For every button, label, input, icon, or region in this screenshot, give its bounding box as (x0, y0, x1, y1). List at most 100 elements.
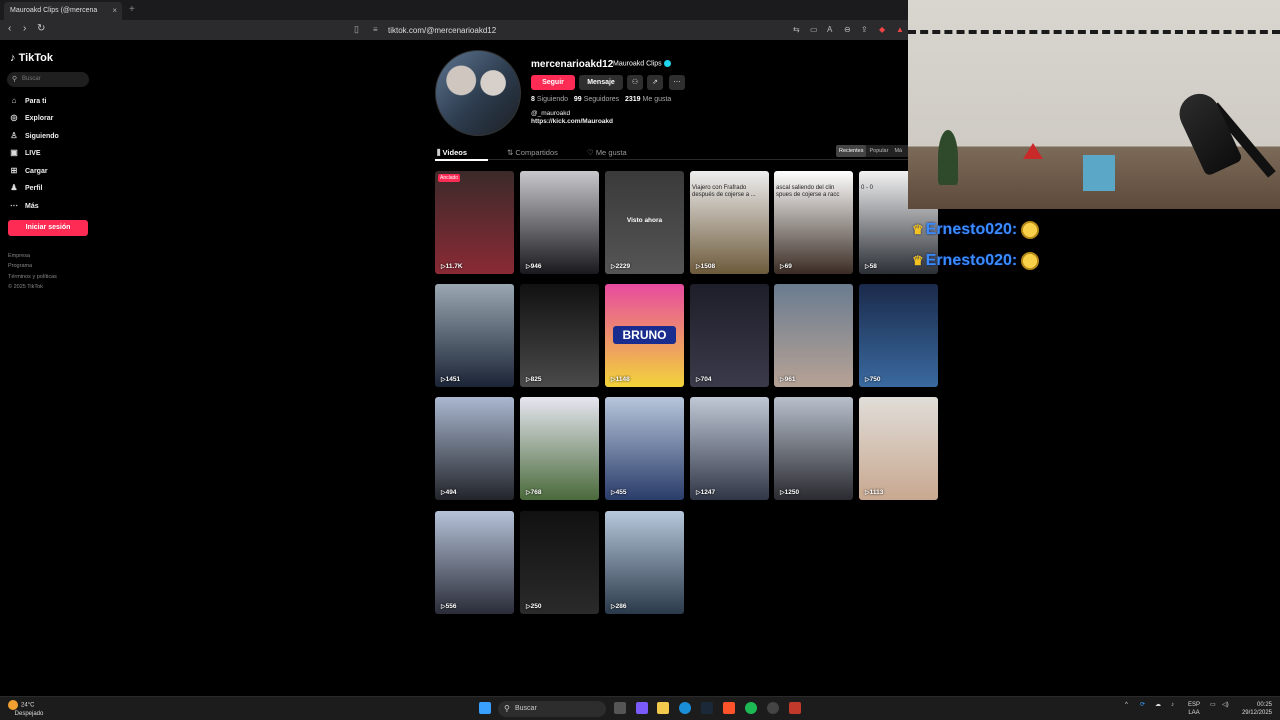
rewards-icon[interactable]: ▲ (896, 25, 904, 34)
video-card[interactable]: 494 (435, 397, 514, 500)
sort-recientes[interactable]: Recientes (836, 145, 867, 157)
upload-icon: ⊞ (10, 166, 18, 175)
nav-item-cargar[interactable]: ⊞ Cargar (9, 166, 48, 175)
video-card[interactable]: 946 (520, 171, 599, 274)
video-card[interactable]: 286 (605, 511, 684, 614)
profile-bio-link[interactable]: https://kick.com/Mauroakd (531, 118, 613, 125)
search-input[interactable]: ⚲ Buscar (7, 72, 89, 87)
video-card[interactable]: 768 (520, 397, 599, 500)
profile-stats: 8 Siguiendo 99 Seguidores 2319 Me gusta (531, 96, 672, 103)
live-icon: ▣ (10, 148, 18, 157)
widgets-icon[interactable] (636, 702, 648, 714)
video-thumbnail (774, 397, 853, 500)
birthday-banner: BRUNO (613, 326, 676, 344)
video-card[interactable]: 1451 (435, 284, 514, 387)
view-count: 1250 (780, 489, 799, 496)
weather-widget[interactable]: 24°C Despejado (8, 700, 43, 718)
video-card[interactable]: 1113 (859, 397, 938, 500)
tiktok-logo[interactable]: ♪ TikTok (10, 52, 53, 64)
network-icon[interactable]: ☁ (1155, 701, 1161, 709)
video-card[interactable]: Visto ahora 2229 (605, 171, 684, 274)
share-profile-icon[interactable]: ⇗ (647, 75, 663, 90)
nav-item-explorar[interactable]: ◎ Explorar (9, 113, 54, 122)
browser-tab[interactable]: Mauroakd Clips (@mercena × (4, 2, 122, 20)
tray-overflow-icon[interactable]: ^ (1125, 701, 1128, 709)
sort-mas-antiguo[interactable]: Má (891, 145, 905, 157)
new-tab-button[interactable]: + (129, 4, 135, 15)
video-card[interactable]: ascal saliendo del clin spues de cojerse… (774, 171, 853, 274)
video-thumbnail (520, 511, 599, 614)
nav-item-para-ti[interactable]: ⌂ Para ti (9, 96, 47, 105)
plant (938, 130, 958, 185)
forward-icon[interactable]: › (23, 23, 26, 34)
video-card[interactable]: 556 (435, 511, 514, 614)
nav-item-perfil[interactable]: ♟ Perfil (9, 183, 42, 192)
nav-item-mas[interactable]: ⋯ Más (9, 201, 39, 210)
sort-popular[interactable]: Popular (866, 145, 891, 157)
windows-taskbar: 24°C Despejado ⚲ Buscar ^ ⟳ ☁ ♪ ESP LAA ▭ … (0, 696, 1280, 720)
video-card[interactable]: BRUNO 1148 (605, 284, 684, 387)
video-card[interactable]: 250 (520, 511, 599, 614)
volume-icon[interactable]: ◁) (1222, 701, 1229, 709)
view-count: 1113 (865, 489, 884, 496)
view-count: 1451 (441, 376, 460, 383)
file-explorer-icon[interactable] (657, 702, 669, 714)
video-card[interactable]: Anclado 11.7K (435, 171, 514, 274)
taskbar-search[interactable]: ⚲ Buscar (498, 701, 606, 717)
language-indicator[interactable]: ESP LAA (1188, 701, 1200, 717)
reload-icon[interactable]: ↻ (37, 23, 45, 34)
more-options-icon[interactable]: ⋯ (669, 75, 685, 90)
message-button[interactable]: Mensaje (579, 75, 623, 90)
reader-icon[interactable]: ⇆ (793, 25, 800, 34)
share-icon[interactable]: ⇪ (861, 25, 868, 34)
bookmark-icon[interactable]: ▯ (354, 24, 359, 35)
view-count: 704 (696, 376, 712, 383)
tab-compartidos[interactable]: ⇅ Compartidos (507, 148, 558, 157)
brave-icon[interactable] (723, 702, 735, 714)
site-info-icon[interactable]: ≡ (373, 25, 378, 34)
nav-item-live[interactable]: ▣ LIVE (9, 148, 40, 157)
footer-link-terminos[interactable]: Términos y políticas (8, 274, 57, 280)
video-card[interactable]: Viajero con Frafrado después de cojerse … (690, 171, 769, 274)
video-card[interactable]: 704 (690, 284, 769, 387)
tab-me-gusta[interactable]: ♡ Me gusta (587, 148, 627, 157)
brave-shield-icon[interactable]: ◆ (879, 25, 885, 34)
start-icon[interactable] (479, 702, 491, 714)
sync-icon[interactable]: ⟳ (1140, 701, 1145, 709)
video-card[interactable]: 1247 (690, 397, 769, 500)
suggested-accounts-icon[interactable]: ⚇ (627, 75, 643, 90)
close-tab-icon[interactable]: × (112, 6, 117, 15)
display-icon[interactable]: ▭ (1210, 701, 1216, 709)
video-card[interactable]: 455 (605, 397, 684, 500)
edge-icon[interactable] (679, 702, 691, 714)
cast-icon[interactable]: ▭ (810, 25, 818, 34)
video-card[interactable]: 750 (859, 284, 938, 387)
back-icon[interactable]: ‹ (8, 23, 11, 34)
task-view-icon[interactable] (614, 702, 626, 714)
tiktok-sidebar: ♪ TikTok ⚲ Buscar ⌂ Para ti ◎ Explorar ♙ Si… (0, 40, 120, 696)
profile-display-name: Mauroakd Clips (613, 60, 671, 67)
video-card[interactable]: 1250 (774, 397, 853, 500)
tab-videos[interactable]: ⫼ Videos (437, 148, 467, 158)
nav-item-siguiendo[interactable]: ♙ Siguiendo (9, 131, 58, 140)
view-count: 556 (441, 603, 457, 610)
view-count: 250 (526, 603, 542, 610)
video-card[interactable]: 961 (774, 284, 853, 387)
recording-app-icon[interactable] (789, 702, 801, 714)
view-count: 750 (865, 376, 881, 383)
avatar[interactable] (435, 50, 521, 136)
mic-tray-icon[interactable]: ♪ (1171, 701, 1174, 709)
footer-link-empresa[interactable]: Empresa (8, 253, 30, 259)
login-button[interactable]: Iniciar sesión (8, 220, 88, 236)
follow-button[interactable]: Seguir (531, 75, 575, 90)
zoom-icon[interactable]: ⊖ (844, 25, 851, 34)
search-icon: ⚲ (504, 704, 510, 713)
profile-icon: ♟ (10, 183, 18, 192)
spotify-icon[interactable] (745, 702, 757, 714)
video-card[interactable]: 825 (520, 284, 599, 387)
clock[interactable]: 00:25 29/12/2025 (1232, 701, 1272, 717)
steam-icon[interactable] (701, 702, 713, 714)
translate-icon[interactable]: A (827, 25, 832, 34)
obs-icon[interactable] (767, 702, 779, 714)
footer-link-programa[interactable]: Programa (8, 263, 32, 269)
